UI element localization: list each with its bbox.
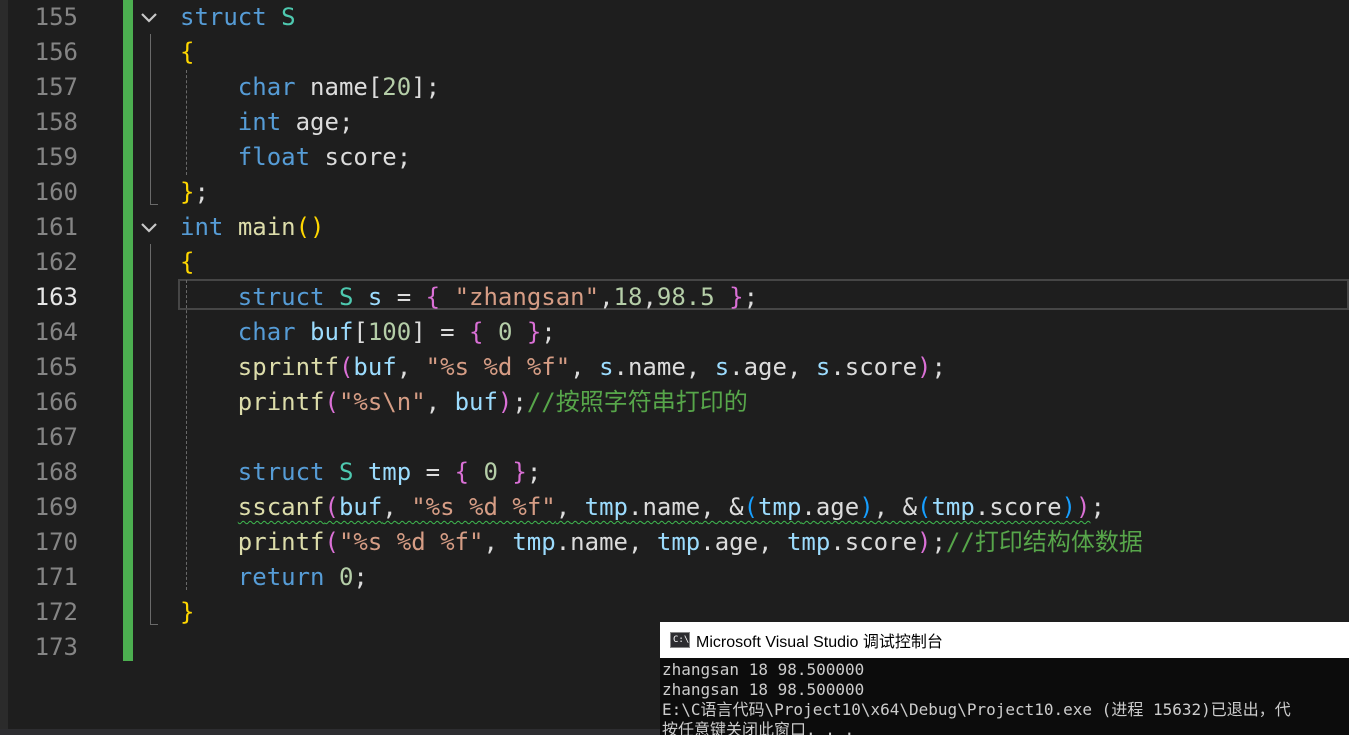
- line-number: 169: [34, 493, 78, 521]
- code-text: struct S s = { "zhangsan",18,98.5 };: [237, 283, 759, 311]
- code-text: }: [180, 598, 195, 626]
- fold-chevron-down-icon[interactable]: [138, 217, 160, 239]
- code-comment: //打印结构体数据: [945, 528, 1143, 556]
- code-text: int main(): [180, 213, 325, 241]
- line-number: 156: [34, 38, 78, 66]
- code-comment: //按照字符串打印的: [526, 388, 748, 416]
- console-title: Microsoft Visual Studio 调试控制台: [696, 634, 943, 651]
- console-output-line: E:\C语言代码\Project10\x64\Debug\Project10.e…: [662, 700, 1291, 719]
- debug-console-window[interactable]: C:\ Microsoft Visual Studio 调试控制台 zhangs…: [660, 622, 1349, 735]
- line-number: 173: [34, 633, 78, 661]
- code-text: sscanf(buf, "%s %d %f", tmp.name, &(tmp.…: [237, 493, 1105, 521]
- line-number: 172: [34, 598, 78, 626]
- code-text: float score;: [237, 143, 412, 171]
- code-text: char name[20];: [237, 73, 441, 101]
- status-bar: [0, 729, 660, 735]
- code-line[interactable]: 164 char buf[100] = { 0 };: [0, 315, 1349, 350]
- code-text: struct S: [180, 3, 296, 31]
- code-line[interactable]: 160 };: [0, 175, 1349, 210]
- code-line[interactable]: 166 printf("%s\n", buf);//按照字符串打印的: [0, 385, 1349, 420]
- line-number: 161: [34, 213, 78, 241]
- code-line[interactable]: 157 char name[20];: [0, 70, 1349, 105]
- line-number: 165: [34, 353, 78, 381]
- console-output-line: zhangsan 18 98.500000: [662, 680, 865, 699]
- console-output-line: 按任意键关闭此窗口. . .: [662, 720, 855, 735]
- code-text: char buf[100] = { 0 };: [237, 318, 556, 346]
- line-number: 157: [34, 73, 78, 101]
- line-number: 160: [34, 178, 78, 206]
- code-text: int age;: [237, 108, 354, 136]
- code-line[interactable]: 168 struct S tmp = { 0 };: [0, 455, 1349, 490]
- code-text: struct S tmp = { 0 };: [237, 458, 542, 486]
- code-line[interactable]: 159 float score;: [0, 140, 1349, 175]
- fold-chevron-down-icon[interactable]: [138, 7, 160, 29]
- line-number: 155: [34, 3, 78, 31]
- code-line[interactable]: 169 sscanf(buf, "%s %d %f", tmp.name, &(…: [0, 490, 1349, 525]
- code-text: {: [180, 38, 195, 66]
- line-number-current: 163: [34, 283, 78, 311]
- console-output-line: zhangsan 18 98.500000: [662, 660, 865, 679]
- code-line-current[interactable]: 163 struct S s = { "zhangsan",18,98.5 };: [0, 280, 1349, 315]
- line-number: 167: [34, 423, 78, 451]
- code-text: };: [180, 178, 209, 206]
- code-line[interactable]: 156 {: [0, 35, 1349, 70]
- warning-squiggle: sscanf(buf, "%s %d %f", tmp.name, &(tmp.…: [237, 493, 1091, 521]
- console-app-icon: C:\: [670, 632, 690, 648]
- line-number: 164: [34, 318, 78, 346]
- code-line[interactable]: 170 printf("%s %d %f", tmp.name, tmp.age…: [0, 525, 1349, 560]
- code-line[interactable]: 171 return 0;: [0, 560, 1349, 595]
- code-line[interactable]: 162 {: [0, 245, 1349, 280]
- code-text: return 0;: [237, 563, 368, 591]
- code-line[interactable]: 158 int age;: [0, 105, 1349, 140]
- line-number: 162: [34, 248, 78, 276]
- code-text: printf("%s\n", buf);//按照字符串打印的: [237, 388, 748, 416]
- code-text: sprintf(buf, "%s %d %f", s.name, s.age, …: [237, 353, 946, 381]
- code-line[interactable]: 161 int main(): [0, 210, 1349, 245]
- line-number: 170: [34, 528, 78, 556]
- line-number: 168: [34, 458, 78, 486]
- line-number: 166: [34, 388, 78, 416]
- code-line[interactable]: 165 sprintf(buf, "%s %d %f", s.name, s.a…: [0, 350, 1349, 385]
- code-line[interactable]: 167: [0, 420, 1349, 455]
- line-number: 171: [34, 563, 78, 591]
- code-text: printf("%s %d %f", tmp.name, tmp.age, tm…: [237, 528, 1143, 556]
- line-number: 158: [34, 108, 78, 136]
- code-line[interactable]: 155 struct S: [0, 0, 1349, 35]
- code-text: {: [180, 248, 195, 276]
- line-number: 159: [34, 143, 78, 171]
- console-title-bar[interactable]: C:\ Microsoft Visual Studio 调试控制台: [660, 622, 1349, 658]
